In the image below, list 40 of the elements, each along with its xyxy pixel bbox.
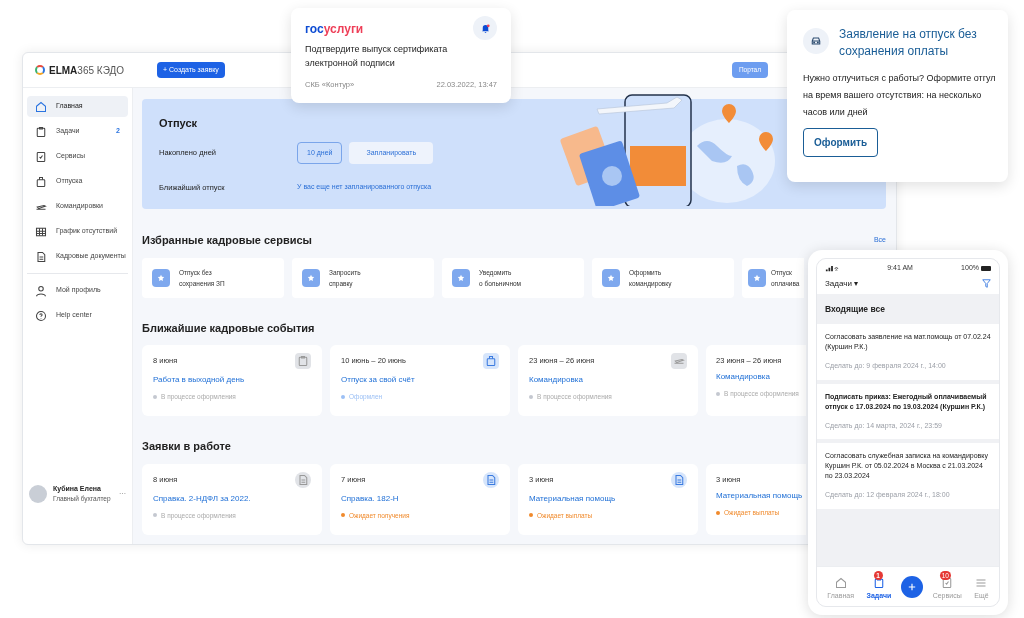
tasks-dropdown[interactable]: Задачи ▾ bbox=[825, 277, 859, 290]
suitcase-icon bbox=[35, 175, 47, 188]
add-button[interactable] bbox=[901, 575, 924, 598]
document-icon bbox=[35, 250, 47, 263]
banner-title: Отпуск bbox=[159, 116, 199, 131]
card-title-link[interactable]: Материальная помощь bbox=[716, 489, 803, 502]
car-icon bbox=[803, 28, 829, 54]
plus-icon bbox=[908, 582, 917, 591]
card-title-link[interactable]: Справка. 182-Н bbox=[341, 492, 399, 505]
gosuslugi-logo: госуслуги bbox=[305, 21, 364, 38]
app-logo: ELMA365 КЭДО bbox=[49, 63, 126, 78]
filter-icon[interactable] bbox=[982, 279, 991, 288]
section-heading: Избранные кадровые сервисы bbox=[142, 233, 312, 248]
card-title-link[interactable]: Работа в выходной день bbox=[153, 374, 245, 386]
checklist-icon bbox=[941, 577, 954, 590]
bell-icon bbox=[473, 16, 497, 40]
card-title-link[interactable]: Командировка bbox=[716, 371, 770, 384]
section-heading: Заявки в работе bbox=[142, 439, 231, 454]
menu-icon bbox=[975, 577, 988, 590]
home-icon bbox=[834, 577, 847, 590]
signal-icon bbox=[825, 264, 839, 272]
clipboard-icon bbox=[35, 125, 47, 138]
avatar bbox=[29, 484, 47, 503]
card-title-link[interactable]: Справка. 2-НДФЛ за 2022. bbox=[153, 492, 251, 505]
table-icon bbox=[35, 225, 47, 238]
card-title-link[interactable]: Отпуск за свой счёт bbox=[341, 374, 415, 386]
apply-button[interactable]: Оформить bbox=[803, 128, 879, 157]
inbox-heading: Входящие все bbox=[824, 302, 886, 316]
person-icon bbox=[35, 284, 47, 297]
notification-message: Подтвердите выпуск сертификата электронной подписи bbox=[305, 43, 449, 70]
help-icon bbox=[35, 309, 47, 322]
battery-icon bbox=[981, 265, 991, 271]
section-heading: Ближайшие кадровые события bbox=[142, 320, 315, 336]
promo-text: Нужно отлучиться с работы? Оформите отгул на время вашего отсутствия: на несколько часов или дней bbox=[803, 72, 997, 119]
card-title-link[interactable]: Командировка bbox=[529, 374, 583, 386]
card-title-link[interactable]: Материальная помощь bbox=[529, 492, 616, 505]
home-icon bbox=[35, 100, 47, 113]
logo-icon bbox=[35, 65, 45, 75]
promo-title: Заявление на отпуск без сохранения оплаты bbox=[839, 26, 978, 60]
checklist-icon bbox=[35, 150, 47, 163]
